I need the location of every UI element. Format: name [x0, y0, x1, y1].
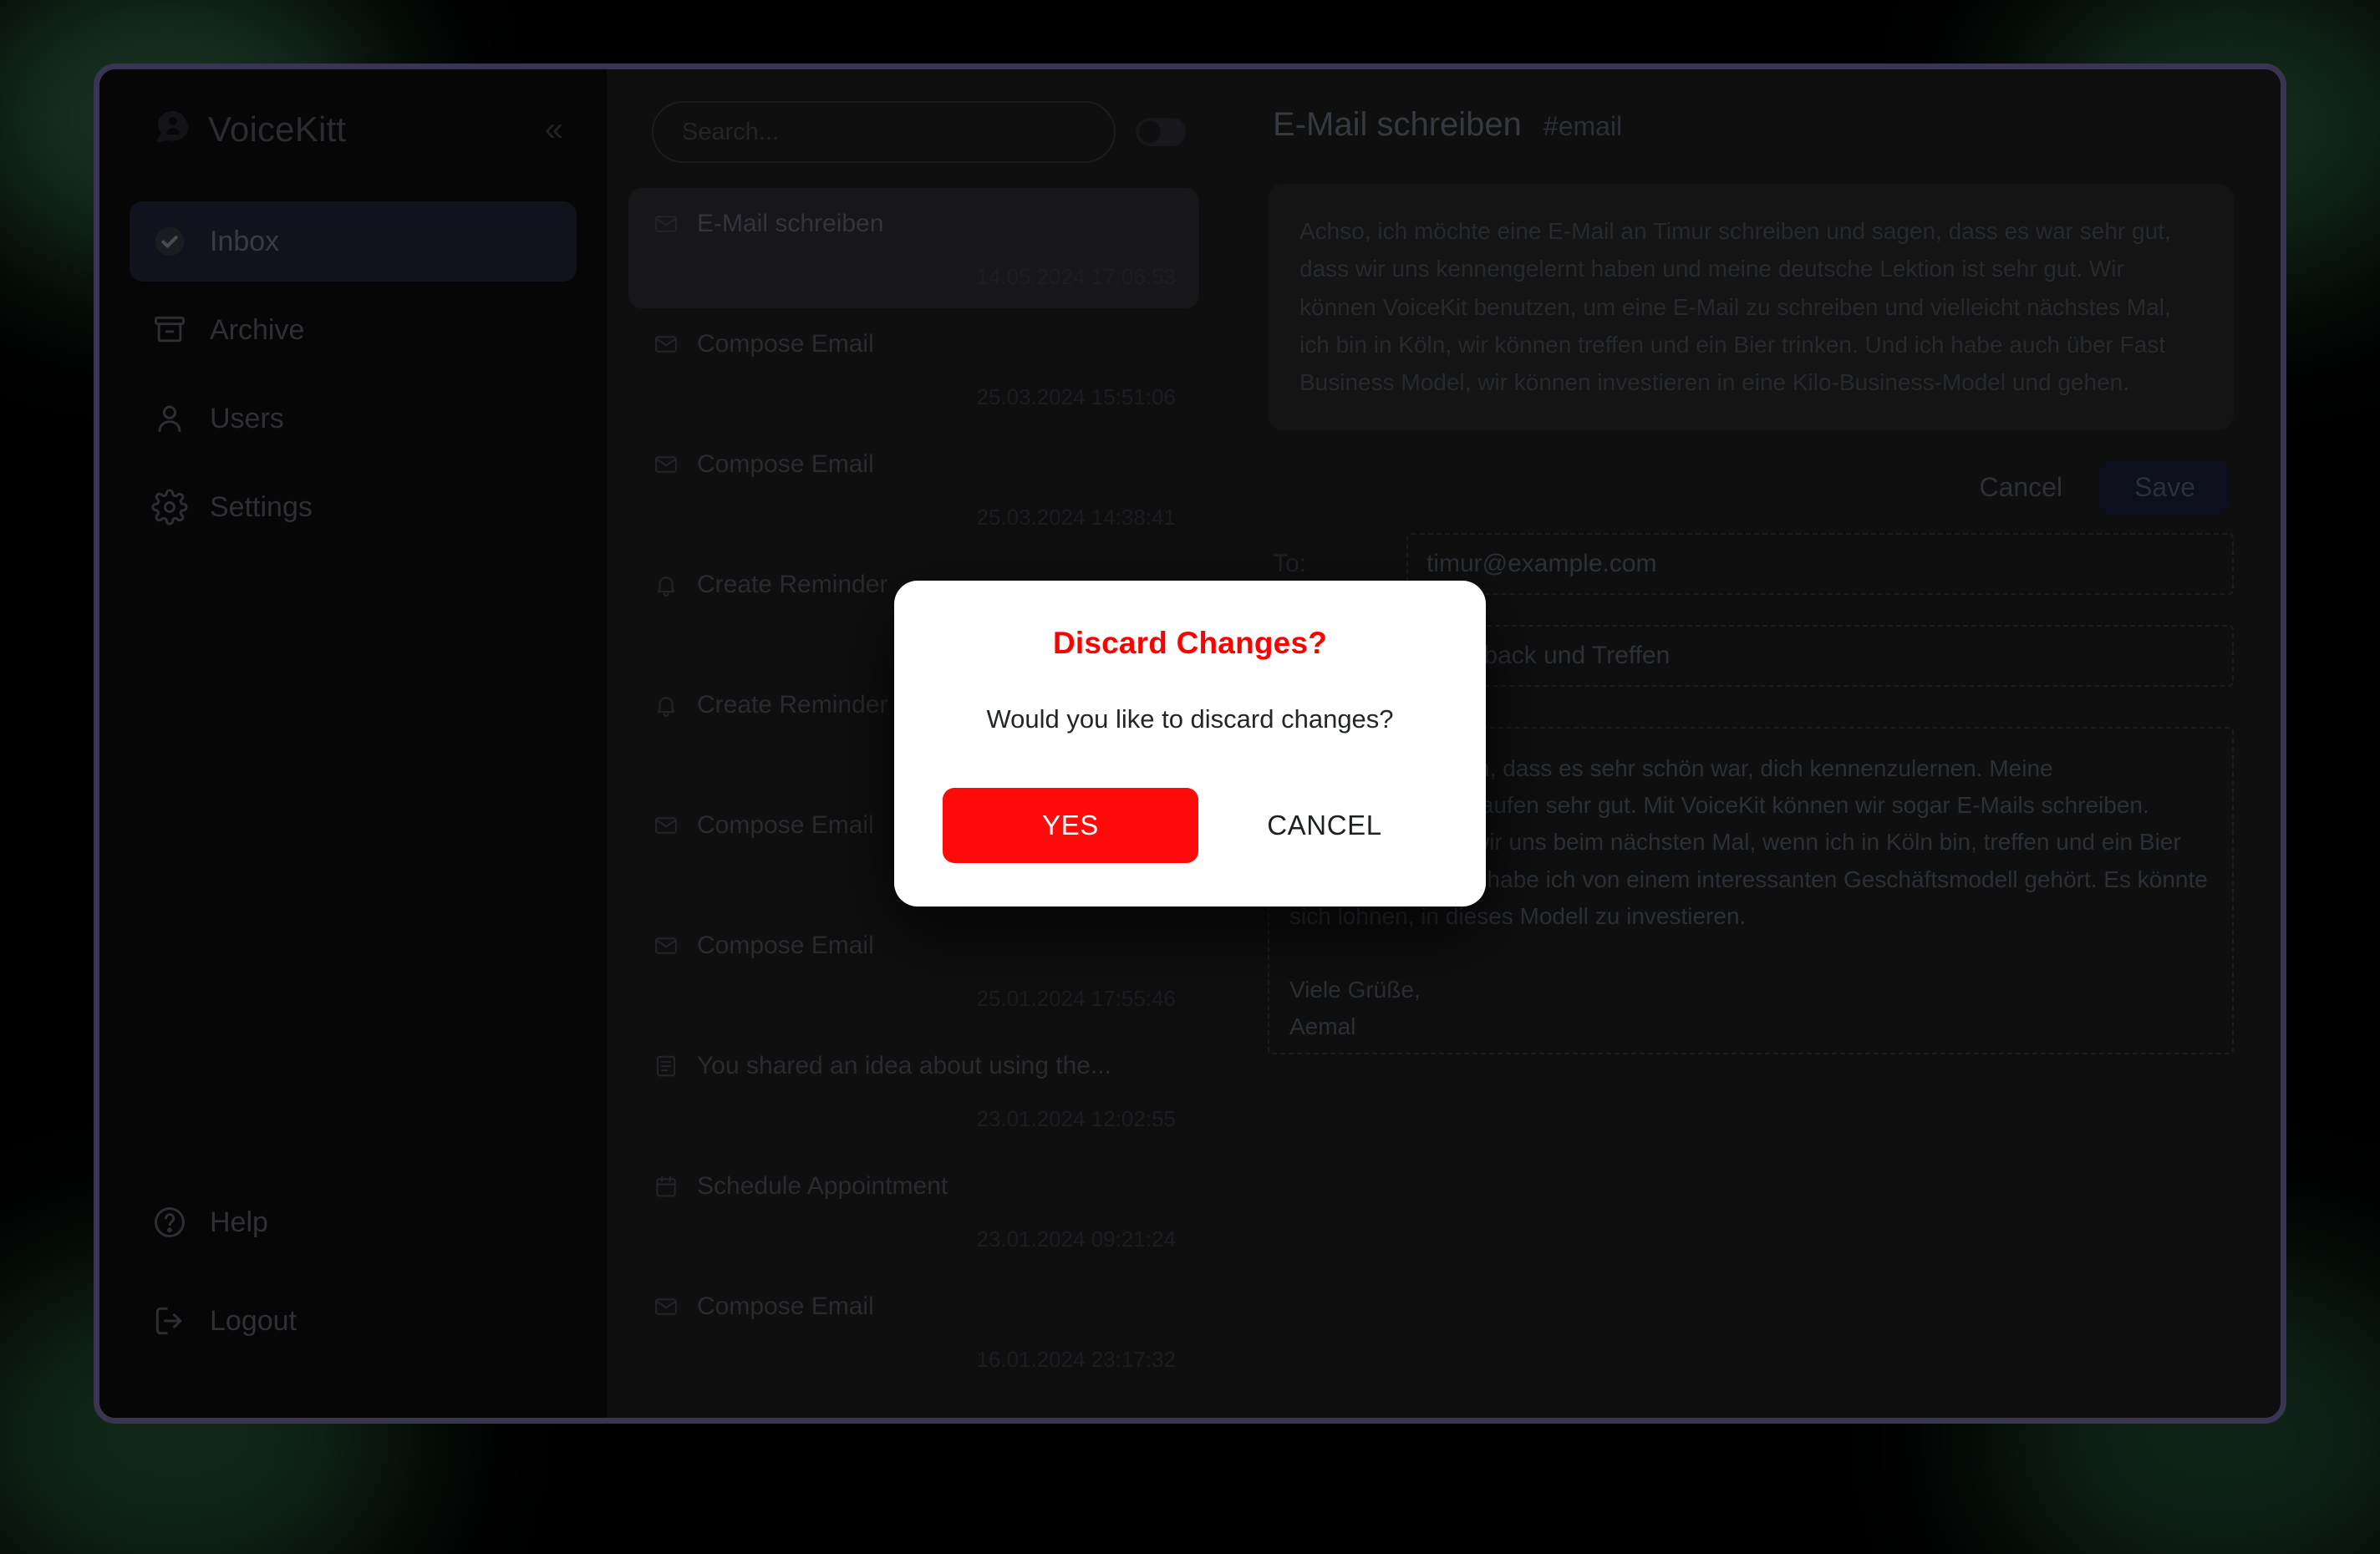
dialog-actions: YES CANCEL — [943, 788, 1437, 863]
dialog-yes-button[interactable]: YES — [943, 788, 1198, 863]
app-window: VoiceKitt « Inbox Archive Users Settings… — [94, 63, 2286, 1424]
discard-changes-dialog: Discard Changes? Would you like to disca… — [894, 581, 1486, 906]
dialog-cancel-button[interactable]: CANCEL — [1212, 788, 1437, 863]
dialog-message: Would you like to discard changes? — [986, 704, 1394, 734]
dialog-title: Discard Changes? — [1052, 626, 1328, 660]
desktop-background: VoiceKitt « Inbox Archive Users Settings… — [0, 0, 2380, 1554]
modal-overlay: Discard Changes? Would you like to disca… — [99, 69, 2281, 1418]
